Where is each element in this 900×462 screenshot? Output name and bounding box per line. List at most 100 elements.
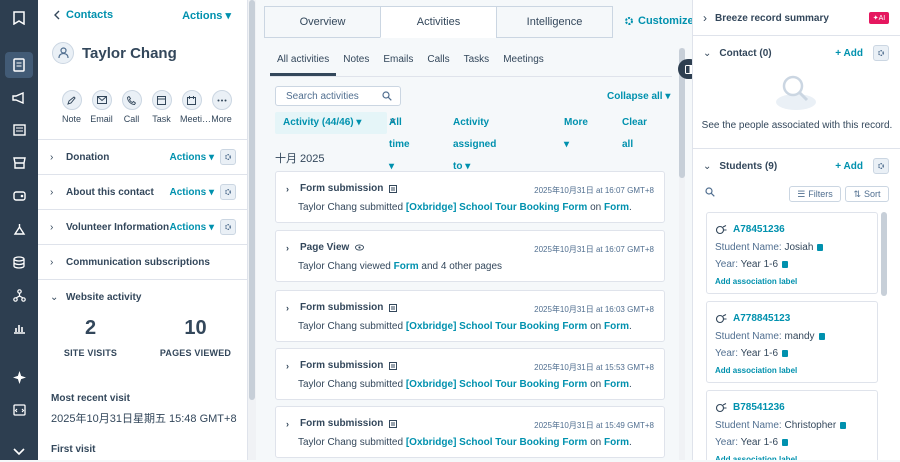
student-record-link[interactable]: A78451236: [715, 224, 785, 235]
gear-icon[interactable]: [220, 149, 236, 165]
section-website-activity[interactable]: ⌄ Website activity: [38, 279, 247, 314]
task-button[interactable]: Task: [150, 90, 173, 124]
activity-card[interactable]: › Form submission 2025年10月31日 at 15:49 GMT…: [275, 406, 665, 458]
add-contact-button[interactable]: + Add: [835, 48, 863, 59]
clear-all-button[interactable]: Clear all: [622, 112, 647, 150]
subtab-meetings[interactable]: Meetings: [496, 54, 551, 76]
chevron-right-icon[interactable]: ›: [286, 243, 294, 253]
gear-icon[interactable]: [873, 45, 889, 61]
section-actions[interactable]: Actions ▾: [170, 152, 214, 163]
service-icon[interactable]: [9, 186, 29, 206]
chevron-right-icon[interactable]: ›: [286, 361, 294, 371]
gear-icon[interactable]: [220, 184, 236, 200]
copy-icon[interactable]: [782, 260, 789, 268]
gear-icon[interactable]: [220, 219, 236, 235]
activity-header[interactable]: › Page View: [286, 242, 365, 253]
subtab-all[interactable]: All activities: [270, 54, 337, 76]
gear-icon[interactable]: [873, 158, 889, 174]
collapse-all-button[interactable]: Collapse all ▾: [607, 91, 670, 102]
automation-icon[interactable]: [9, 219, 29, 239]
all-time-filter[interactable]: All time ▾: [389, 112, 410, 172]
activity-card[interactable]: › Page View 2025年10月31日 at 16:07 GMT+8 Tayl…: [275, 230, 665, 282]
activity-link[interactable]: [Oxbridge] School Tour Booking Form: [406, 321, 587, 332]
subtab-calls[interactable]: Calls: [420, 54, 456, 76]
meeting-button[interactable]: Meeti…: [180, 90, 211, 124]
section-volunteer[interactable]: › Volunteer Information Actions ▾: [38, 209, 247, 244]
more-button[interactable]: More: [210, 90, 233, 124]
activity-card[interactable]: › Form submission 2025年10月31日 at 15:53 GMT…: [275, 348, 665, 400]
subtab-notes[interactable]: Notes: [336, 54, 376, 76]
activity-filter-chip[interactable]: Activity (44/46) ▾ ✕: [275, 112, 397, 134]
activity-card[interactable]: › Form submission 2025年10月31日 at 16:07 GMT…: [275, 171, 665, 223]
search-activities-input[interactable]: Search activities: [275, 86, 401, 106]
record-actions-button[interactable]: Actions ▾: [182, 9, 231, 22]
megaphone-icon[interactable]: [9, 88, 29, 108]
chevron-right-icon[interactable]: ›: [286, 419, 294, 429]
activity-card[interactable]: › Form submission 2025年10月31日 at 16:03 GMT…: [275, 290, 665, 342]
section-actions[interactable]: Actions ▾: [170, 222, 214, 233]
student-record-link[interactable]: A778845123: [715, 313, 790, 324]
activity-link-secondary[interactable]: Form: [604, 379, 629, 390]
note-button[interactable]: Note: [60, 90, 83, 124]
sort-button[interactable]: ⇅ Sort: [845, 186, 889, 202]
activity-link-secondary[interactable]: Form: [604, 321, 629, 332]
activity-header[interactable]: › Form submission: [286, 360, 398, 371]
tab-intelligence[interactable]: Intelligence: [496, 6, 613, 38]
add-association-label-link[interactable]: Add association label: [715, 455, 797, 460]
activity-link[interactable]: [Oxbridge] School Tour Booking Form: [406, 379, 587, 390]
add-association-label-link[interactable]: Add association label: [715, 366, 797, 375]
subtab-emails[interactable]: Emails: [376, 54, 420, 76]
activity-scrollbar[interactable]: [679, 48, 685, 460]
tab-overview[interactable]: Overview: [264, 6, 381, 38]
students-scrollbar[interactable]: [881, 212, 887, 296]
activity-header[interactable]: › Form submission: [286, 302, 398, 313]
more-filter[interactable]: More ▾: [564, 112, 588, 150]
dev-icon[interactable]: [9, 400, 29, 420]
call-button[interactable]: Call: [120, 90, 143, 124]
tab-activities[interactable]: Activities: [380, 6, 497, 38]
data-icon[interactable]: [9, 252, 29, 272]
student-id[interactable]: A78451236: [733, 224, 785, 235]
copy-icon[interactable]: [818, 332, 825, 340]
student-id[interactable]: B78541236: [733, 402, 785, 413]
copy-icon[interactable]: [782, 349, 789, 357]
sparkle-icon[interactable]: [9, 367, 29, 387]
section-donation[interactable]: › Donation Actions ▾: [38, 139, 247, 174]
students-section[interactable]: ⌄ Students (9) + Add: [693, 148, 900, 184]
customize-button[interactable]: Customize: [624, 15, 692, 27]
add-student-button[interactable]: + Add: [835, 161, 863, 172]
activity-header[interactable]: › Form submission: [286, 418, 398, 429]
search-icon[interactable]: [705, 187, 717, 199]
filters-button[interactable]: ☰ Filters: [789, 186, 841, 202]
copy-icon[interactable]: [840, 421, 847, 429]
activity-link-secondary[interactable]: Form: [604, 202, 629, 213]
activity-link-secondary[interactable]: Form: [604, 437, 629, 448]
assigned-filter[interactable]: Activity assigned to ▾: [453, 112, 496, 172]
student-record-link[interactable]: B78541236: [715, 402, 785, 413]
left-scrollbar-thumb[interactable]: [249, 0, 255, 400]
copy-icon[interactable]: [782, 438, 789, 446]
contacts-icon[interactable]: [5, 52, 33, 78]
activity-link[interactable]: [Oxbridge] School Tour Booking Form: [406, 437, 587, 448]
breadcrumb[interactable]: Contacts: [54, 9, 113, 21]
add-association-label-link[interactable]: Add association label: [715, 277, 797, 286]
left-scrollbar[interactable]: [248, 0, 256, 460]
contact-section[interactable]: ⌄ Contact (0) + Add: [693, 35, 900, 71]
section-communication[interactable]: › Communication subscriptions: [38, 244, 247, 279]
sites-icon[interactable]: [9, 285, 29, 305]
copy-icon[interactable]: [817, 243, 824, 251]
chevron-right-icon[interactable]: ›: [286, 303, 294, 313]
student-id[interactable]: A778845123: [733, 313, 790, 324]
activity-link[interactable]: [Oxbridge] School Tour Booking Form: [406, 202, 587, 213]
breeze-summary-section[interactable]: › Breeze record summary ✦ AI: [693, 0, 900, 36]
section-about[interactable]: › About this contact Actions ▾: [38, 174, 247, 209]
activity-link[interactable]: Form: [394, 261, 419, 272]
chevron-right-icon[interactable]: ›: [286, 184, 294, 194]
activity-header[interactable]: › Form submission: [286, 183, 398, 194]
section-actions[interactable]: Actions ▾: [170, 187, 214, 198]
expand-icon[interactable]: [9, 442, 29, 462]
email-button[interactable]: Email: [90, 90, 113, 124]
reports-icon[interactable]: [9, 318, 29, 338]
content-icon[interactable]: [9, 120, 29, 140]
bookmark-icon[interactable]: [9, 8, 29, 28]
